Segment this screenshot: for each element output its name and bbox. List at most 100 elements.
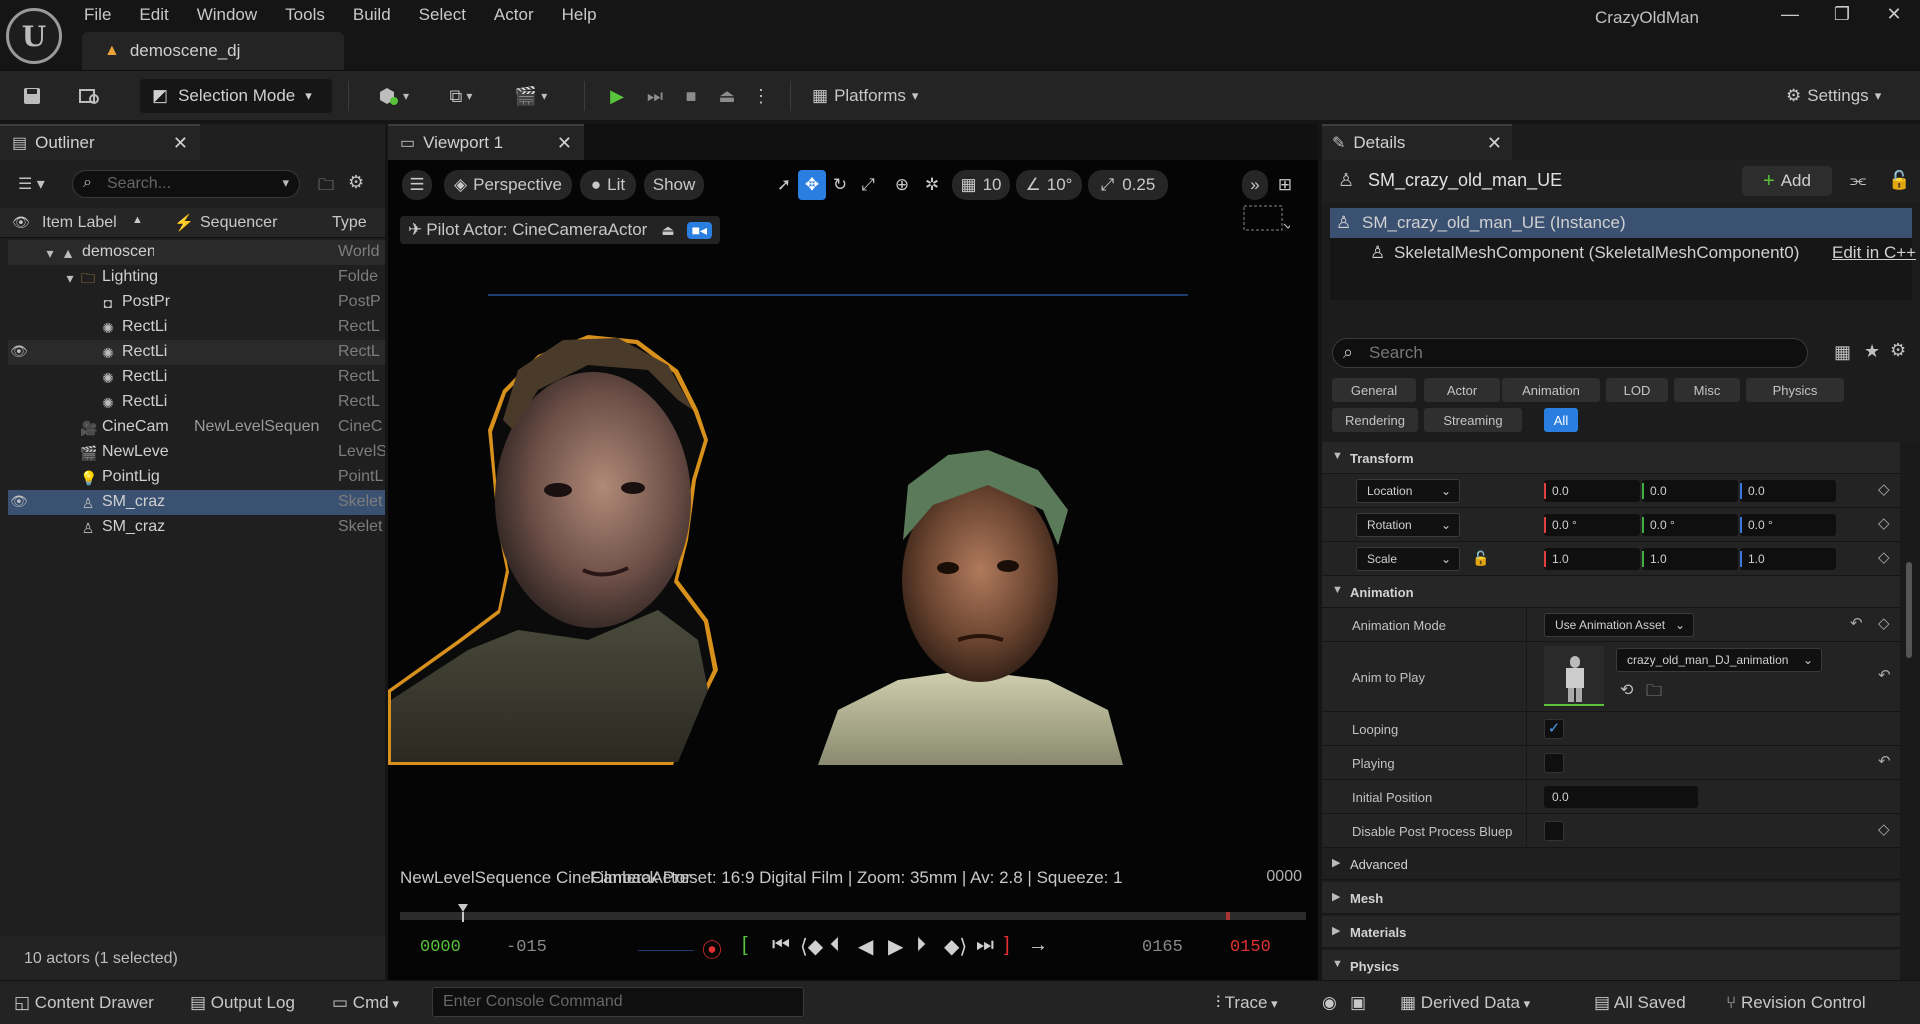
timecode-end-in[interactable]: 0165 — [1142, 938, 1183, 957]
filter-chip-actor[interactable]: Actor — [1424, 378, 1500, 402]
revision-control-dropdown[interactable]: ⑂ Revision Control — [1726, 993, 1866, 1013]
outliner-row[interactable]: ◘ PostPr PostP — [8, 290, 385, 315]
browse-asset-icon[interactable]: 🗀 — [1646, 680, 1662, 707]
jump-end-icon[interactable]: ⏭ — [976, 934, 994, 957]
details-tab[interactable]: ✎ Details ✕ — [1322, 124, 1512, 160]
visibility-icon[interactable]: 👁 — [12, 214, 30, 231]
visibility-icon[interactable]: 👁 — [10, 493, 30, 510]
menu-select[interactable]: Select — [405, 0, 480, 30]
outliner-row[interactable]: 💡 PointLig PointL — [8, 465, 385, 490]
table-view-icon[interactable]: ▦ — [1834, 342, 1851, 363]
step-back-icon[interactable]: ⏴ — [830, 934, 840, 957]
gear-icon[interactable]: ⚙ — [348, 172, 364, 193]
eject-icon[interactable]: ⏏ — [712, 79, 742, 113]
use-selected-icon[interactable]: ⟲ — [1620, 680, 1633, 700]
unreal-logo-icon[interactable]: U — [6, 8, 62, 64]
add-actor-icon[interactable]: ▾ — [370, 79, 416, 113]
timecode-start[interactable]: 0000 — [420, 938, 461, 957]
location-y[interactable]: 0.0 — [1642, 480, 1738, 502]
viewport-canvas[interactable]: ☰ ◈ Perspective ● Lit Show ➚ ✥ ↻ ⤢ ⊕ ✲ ▦ 10… — [388, 160, 1318, 980]
rotation-x[interactable]: 0.0 ° — [1544, 514, 1640, 536]
stop-icon[interactable]: ■ — [676, 79, 706, 113]
filter-chip-general[interactable]: General — [1332, 378, 1416, 402]
filter-icon[interactable]: ☰ ▾ — [18, 174, 45, 194]
next-key-icon[interactable]: ◆⟩ — [944, 934, 967, 959]
close-icon[interactable]: ✕ — [1487, 133, 1502, 154]
details-scrollbar[interactable] — [1900, 442, 1920, 980]
scale-y[interactable]: 1.0 — [1642, 548, 1738, 570]
selection-mode-dropdown[interactable]: ◩ Selection Mode ▾ — [140, 79, 332, 113]
rotate-tool-icon[interactable]: ↻ — [826, 170, 854, 200]
filter-chip-animation[interactable]: Animation — [1502, 378, 1600, 402]
rotation-y[interactable]: 0.0 ° — [1642, 514, 1738, 536]
angle-snap-button[interactable]: ∠ 10° — [1016, 170, 1082, 200]
outliner-row[interactable]: ✺ RectLi RectL — [8, 390, 385, 415]
menu-tools[interactable]: Tools — [271, 0, 339, 30]
component-skeletal-row[interactable]: ♙ SkeletalMeshComponent (SkeletalMeshCom… — [1330, 238, 1916, 268]
reset-icon[interactable]: ↶ — [1850, 614, 1863, 632]
animation-category[interactable]: ▼ Animation — [1322, 576, 1900, 608]
select-tool-icon[interactable]: ➚ — [770, 170, 798, 200]
visibility-icon[interactable]: 👁 — [10, 343, 30, 360]
grid-snap-button[interactable]: ▦ 10 — [952, 170, 1010, 200]
outliner-tab[interactable]: ▤ Outliner ✕ — [0, 124, 200, 160]
timeline-track[interactable] — [400, 912, 1306, 920]
content-drawer-button[interactable]: ◱ Content Drawer — [14, 993, 154, 1013]
looping-checkbox[interactable]: ✓ — [1544, 719, 1564, 739]
selected-character[interactable] — [388, 335, 718, 765]
surface-snap-icon[interactable]: ✲ — [918, 170, 946, 200]
menu-help[interactable]: Help — [548, 0, 611, 30]
keyframe-icon[interactable]: ◇ — [1878, 548, 1890, 566]
scale-tool-icon[interactable]: ⤢ — [854, 170, 882, 200]
play-icon[interactable]: ▶ — [602, 79, 632, 113]
scale-snap-button[interactable]: ⤢ 0.25 — [1088, 170, 1168, 200]
keyframe-icon[interactable]: ◇ — [1878, 820, 1890, 838]
cmd-dropdown[interactable]: ▭ Cmd ▾ — [332, 993, 399, 1013]
outliner-row[interactable]: ♙ SM_craz Skelet — [8, 515, 385, 540]
set-end-icon[interactable]: ] — [1004, 934, 1010, 957]
filter-chip-streaming[interactable]: Streaming — [1424, 408, 1522, 432]
show-button[interactable]: Show — [644, 170, 704, 200]
outliner-row[interactable]: 🎥 CineCam NewLevelSequen CineC — [8, 415, 385, 440]
hamburger-icon[interactable]: ☰ — [402, 170, 432, 200]
trace-dropdown[interactable]: ⫶ Trace ▾ — [1216, 993, 1278, 1013]
scale-z[interactable]: 1.0 — [1740, 548, 1836, 570]
filter-chip-misc[interactable]: Misc — [1674, 378, 1740, 402]
step-forward-icon[interactable]: ⏵ — [916, 934, 926, 957]
viewport-tab[interactable]: ▭ Viewport 1 ✕ — [388, 124, 584, 160]
record-trace-icon[interactable]: ◉ — [1322, 993, 1337, 1013]
more-options-icon[interactable]: ⋮ — [748, 79, 774, 113]
mesh-category[interactable]: ▶ Mesh — [1322, 882, 1900, 914]
outliner-row[interactable]: ▾ 🗀 Lighting Folde — [8, 265, 385, 290]
reset-icon[interactable]: ↶ — [1878, 666, 1891, 684]
filter-chip-lod[interactable]: LOD — [1606, 378, 1668, 402]
filter-chip-all[interactable]: All — [1544, 408, 1578, 432]
anim-asset-dropdown[interactable]: crazy_old_man_DJ_animation ⌄ — [1616, 648, 1822, 672]
screenshot-icon[interactable]: ▣ — [1350, 993, 1366, 1013]
console-input[interactable]: Enter Console Command — [432, 987, 804, 1017]
expand-arrow-icon[interactable]: ▾ — [62, 270, 78, 286]
rotation-dropdown[interactable]: Rotation ⌄ — [1356, 513, 1460, 537]
advanced-category[interactable]: ▶ Advanced — [1322, 848, 1900, 880]
details-search-input[interactable]: ⌕ Search — [1332, 338, 1808, 368]
cinematics-icon[interactable]: 🎬 ▾ — [506, 79, 556, 113]
materials-category[interactable]: ▶ Materials — [1322, 916, 1900, 948]
perspective-button[interactable]: ◈ Perspective — [444, 170, 572, 200]
initial-position-input[interactable]: 0.0 — [1544, 786, 1698, 808]
column-item-label[interactable]: Item Label — [42, 214, 117, 232]
restore-icon[interactable]: ❐ — [1822, 4, 1862, 30]
expand-icon[interactable]: » — [1242, 170, 1268, 200]
set-start-icon[interactable]: [ — [742, 934, 748, 957]
location-dropdown[interactable]: Location ⌄ — [1356, 479, 1460, 503]
column-sequencer[interactable]: Sequencer — [200, 214, 277, 232]
keyframe-icon[interactable]: ◇ — [1878, 614, 1890, 632]
animation-mode-dropdown[interactable]: Use Animation Asset ⌄ — [1544, 613, 1694, 637]
output-log-button[interactable]: ▤ Output Log — [190, 993, 295, 1013]
timecode-offset[interactable]: -015 — [506, 938, 547, 957]
save-icon[interactable] — [16, 79, 48, 113]
component-instance-row[interactable]: ♙ SM_crazy_old_man_UE (Instance) — [1330, 208, 1912, 238]
close-icon[interactable]: ✕ — [173, 133, 188, 154]
column-type[interactable]: Type — [332, 214, 367, 232]
loop-icon[interactable]: → — [1028, 934, 1048, 957]
prev-key-icon[interactable]: ⟨◆ — [800, 934, 823, 959]
